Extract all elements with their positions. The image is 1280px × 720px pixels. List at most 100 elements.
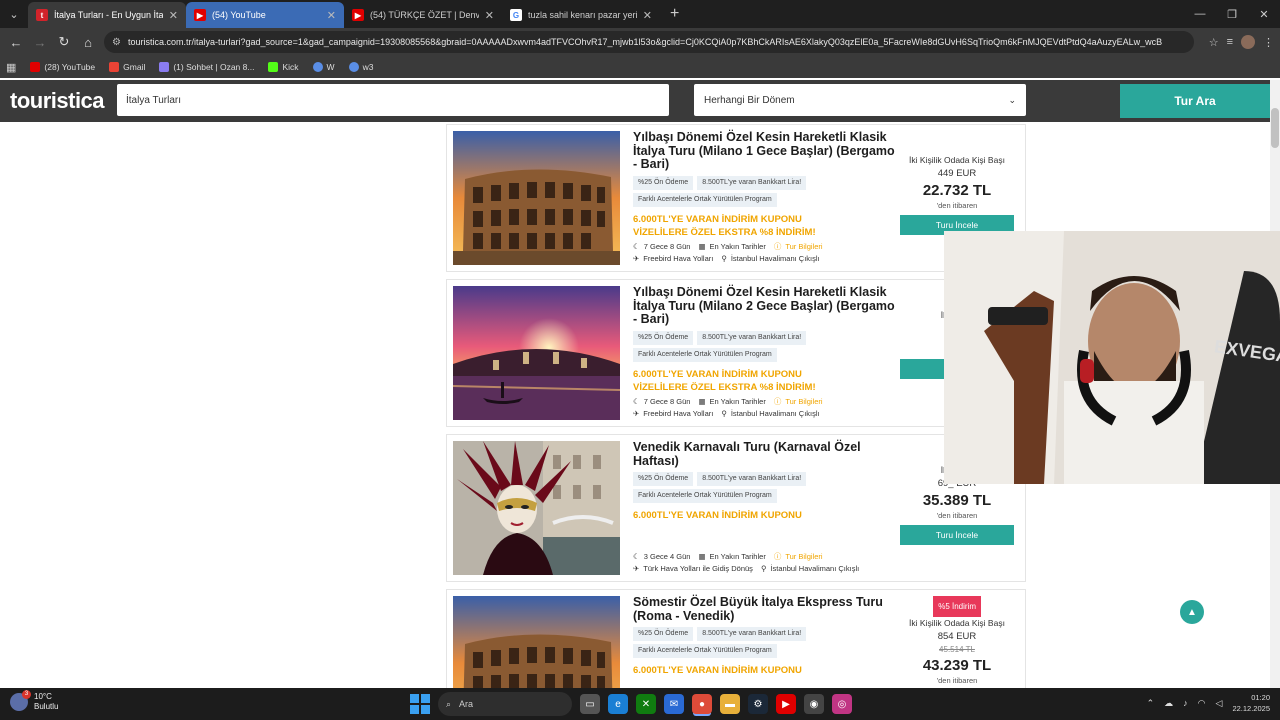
tour-promo: 6.000TL'YE VARAN İNDİRİM KUPONU VİZELİLE… (633, 213, 897, 239)
scroll-to-top-button[interactable]: ▲ (1180, 600, 1204, 624)
tour-promo: 6.000TL'YE VARAN İNDİRİM KUPONU (633, 664, 897, 677)
tour-title[interactable]: Sömestir Özel Büyük İtalya Ekspress Turu… (633, 595, 897, 623)
scrollbar-thumb[interactable] (1271, 108, 1279, 148)
chevron-down-icon: ⌄ (1008, 94, 1016, 105)
clock[interactable]: 01:20 22.12.2025 (1232, 692, 1270, 714)
onedrive-icon[interactable]: ☁ (1164, 698, 1173, 709)
edge-icon[interactable]: e (608, 694, 628, 714)
tour-dates-link[interactable]: En Yakın Tarihler (710, 242, 766, 251)
tour-airline: Türk Hava Yolları ile Gidiş Dönüş (643, 564, 753, 573)
close-tab-icon[interactable]: ✕ (327, 9, 336, 22)
tour-info-link[interactable]: Tur Bilgileri (785, 242, 822, 251)
touristica-logo[interactable]: touristica (10, 88, 105, 114)
price-from: 'den itibaren (936, 511, 978, 520)
close-tab-icon[interactable]: ✕ (643, 9, 652, 22)
gmail-icon (109, 62, 120, 72)
apps-icon[interactable]: ▦ (6, 61, 16, 74)
chrome-icon[interactable]: ● (692, 694, 712, 714)
tour-title[interactable]: Yılbaşı Dönemi Özel Kesin Hareketli Klas… (633, 285, 897, 327)
period-select[interactable]: Herhangi Bir Dönem ⌄ (694, 84, 1026, 116)
calendar-icon: ▦ (698, 552, 706, 561)
tour-info: Sömestir Özel Büyük İtalya Ekspress Turu… (633, 595, 897, 677)
tour-dates-link[interactable]: En Yakın Tarihler (710, 397, 766, 406)
new-tab-icon[interactable]: + (670, 5, 679, 23)
venice-carnival-photo[interactable] (453, 441, 620, 575)
tour-duration: 3 Gece 4 Gün (643, 552, 691, 561)
tag-prepayment: %25 Ön Ödeme (633, 627, 694, 641)
youtube-favicon-icon: ▶ (352, 9, 364, 21)
tour-dates-link[interactable]: En Yakın Tarihler (710, 552, 766, 561)
microphone-icon[interactable]: ♪ (1183, 698, 1188, 708)
tour-title[interactable]: Yılbaşı Dönemi Özel Kesin Hareketli Klas… (633, 130, 897, 172)
site-info-icon[interactable]: ⚙ (112, 37, 121, 48)
tab-google-search[interactable]: G tuzla sahil kenarı pazar yeri - Go ✕ (502, 2, 660, 28)
back-icon[interactable]: ← (4, 30, 28, 54)
bookmark-star-icon[interactable]: ☆ (1209, 36, 1219, 49)
tour-search-input[interactable]: İtalya Turları (117, 84, 669, 116)
profile-avatar[interactable] (1241, 35, 1255, 49)
close-window-icon[interactable]: ✕ (1248, 0, 1280, 28)
tour-departure: İstanbul Havalimanı Çıkışlı (770, 564, 860, 573)
weather-widget[interactable]: 3 10°C Bulutlu (10, 690, 58, 712)
forward-icon[interactable]: → (28, 30, 52, 54)
tour-info-link[interactable]: Tur Bilgileri (785, 552, 822, 561)
bookmark-w3[interactable]: w3 (348, 62, 373, 72)
tab-turkce-ozet[interactable]: ▶ (54) TÜRKÇE ÖZET | Denver Nu ✕ (344, 2, 502, 28)
bookmark-w[interactable]: W (312, 62, 335, 72)
turu-incele-button[interactable]: Turu İncele (900, 525, 1014, 545)
price-tl: 35.389 TL (922, 492, 992, 509)
steam-icon[interactable]: ⚙ (748, 694, 768, 714)
close-tab-icon[interactable]: ✕ (485, 9, 494, 22)
colosseum-photo[interactable] (453, 131, 620, 265)
tab-title: tuzla sahil kenarı pazar yeri - Go (528, 10, 637, 20)
venice-sunset-photo[interactable] (453, 286, 620, 420)
windows-start-icon[interactable] (410, 694, 430, 714)
close-tab-icon[interactable]: ✕ (169, 9, 178, 22)
globe-icon (312, 62, 323, 72)
tour-info-link[interactable]: Tur Bilgileri (785, 397, 822, 406)
youtube-favicon-icon: ▶ (194, 9, 206, 21)
tour-meta-row: ☾ 7 Gece 8 Gün ▦ En Yakın Tarihler ⓘ Tur Bi… (633, 241, 823, 252)
home-icon[interactable]: ⌂ (76, 30, 100, 54)
file-explorer-icon[interactable]: ▬ (720, 694, 740, 714)
price-eur: 854 EUR (937, 631, 977, 642)
price-from: 'den itibaren (936, 201, 978, 210)
plane-icon: ✈ (633, 564, 640, 573)
minimize-icon[interactable]: — (1184, 0, 1216, 28)
menu-icon[interactable]: ⋮ (1263, 36, 1274, 49)
tour-tags: %25 Ön Ödeme 8.500TL'ye varan Bankkart L… (633, 627, 897, 658)
taskbar-search[interactable]: ⌕ Ara (438, 692, 572, 716)
tour-tags: %25 Ön Ödeme 8.500TL'ye varan Bankkart L… (633, 175, 897, 207)
price-old: 45.514 TL (939, 645, 975, 654)
tour-title[interactable]: Venedik Karnavalı Turu (Karnaval Özel Ha… (633, 440, 897, 468)
outlook-icon[interactable]: ✉ (664, 694, 684, 714)
obs-icon[interactable]: ◉ (804, 694, 824, 714)
tab-youtube[interactable]: ▶ (54) YouTube ✕ (186, 2, 344, 28)
tour-card: Sömestir Özel Büyük İtalya Ekspress Turu… (446, 589, 1026, 689)
coupon-text: 6.000TL'YE VARAN İNDİRİM KUPONU (633, 213, 802, 225)
bookmark-sohbet[interactable]: (1) Sohbet | Ozan 8... (159, 62, 254, 72)
tur-ara-button[interactable]: Tur Ara (1120, 84, 1270, 118)
location-pin-icon: ⚲ (760, 564, 767, 573)
windows-taskbar: 3 10°C Bulutlu ⌕ Ara ▭ e ✕ ✉ ● ▬ ⚙ ▶ ◉ ◎… (0, 688, 1280, 720)
media-control-icon[interactable]: ≡ (1227, 36, 1233, 48)
search-icon: ⌕ (446, 698, 452, 709)
clock-date: 22.12.2025 (1232, 704, 1270, 713)
wifi-icon[interactable]: ◠ (1198, 698, 1206, 709)
task-view-icon[interactable]: ▭ (580, 694, 600, 714)
tag-prepayment: %25 Ön Ödeme (633, 175, 694, 190)
bookmark-gmail[interactable]: Gmail (109, 62, 145, 72)
restore-icon[interactable]: ❐ (1216, 0, 1248, 28)
colosseum-photo[interactable] (453, 596, 620, 689)
bookmark-kick[interactable]: Kick (268, 62, 299, 72)
tab-search-icon[interactable]: ⌄ (0, 0, 28, 28)
bookmark-youtube[interactable]: (28) YouTube (30, 62, 95, 72)
youtube-app-icon[interactable]: ▶ (776, 694, 796, 714)
instagram-icon[interactable]: ◎ (832, 694, 852, 714)
reload-icon[interactable]: ↻ (52, 30, 76, 54)
tab-italya-turlari[interactable]: t İtalya Turları - En Uygun İtalya T ✕ (28, 2, 186, 28)
xbox-icon[interactable]: ✕ (636, 694, 656, 714)
chevron-up-icon[interactable]: ⌃ (1147, 698, 1155, 709)
volume-icon[interactable]: ◁ (1216, 698, 1223, 709)
url-field[interactable]: ⚙ touristica.com.tr/italya-turlari?gad_s… (104, 31, 1194, 53)
